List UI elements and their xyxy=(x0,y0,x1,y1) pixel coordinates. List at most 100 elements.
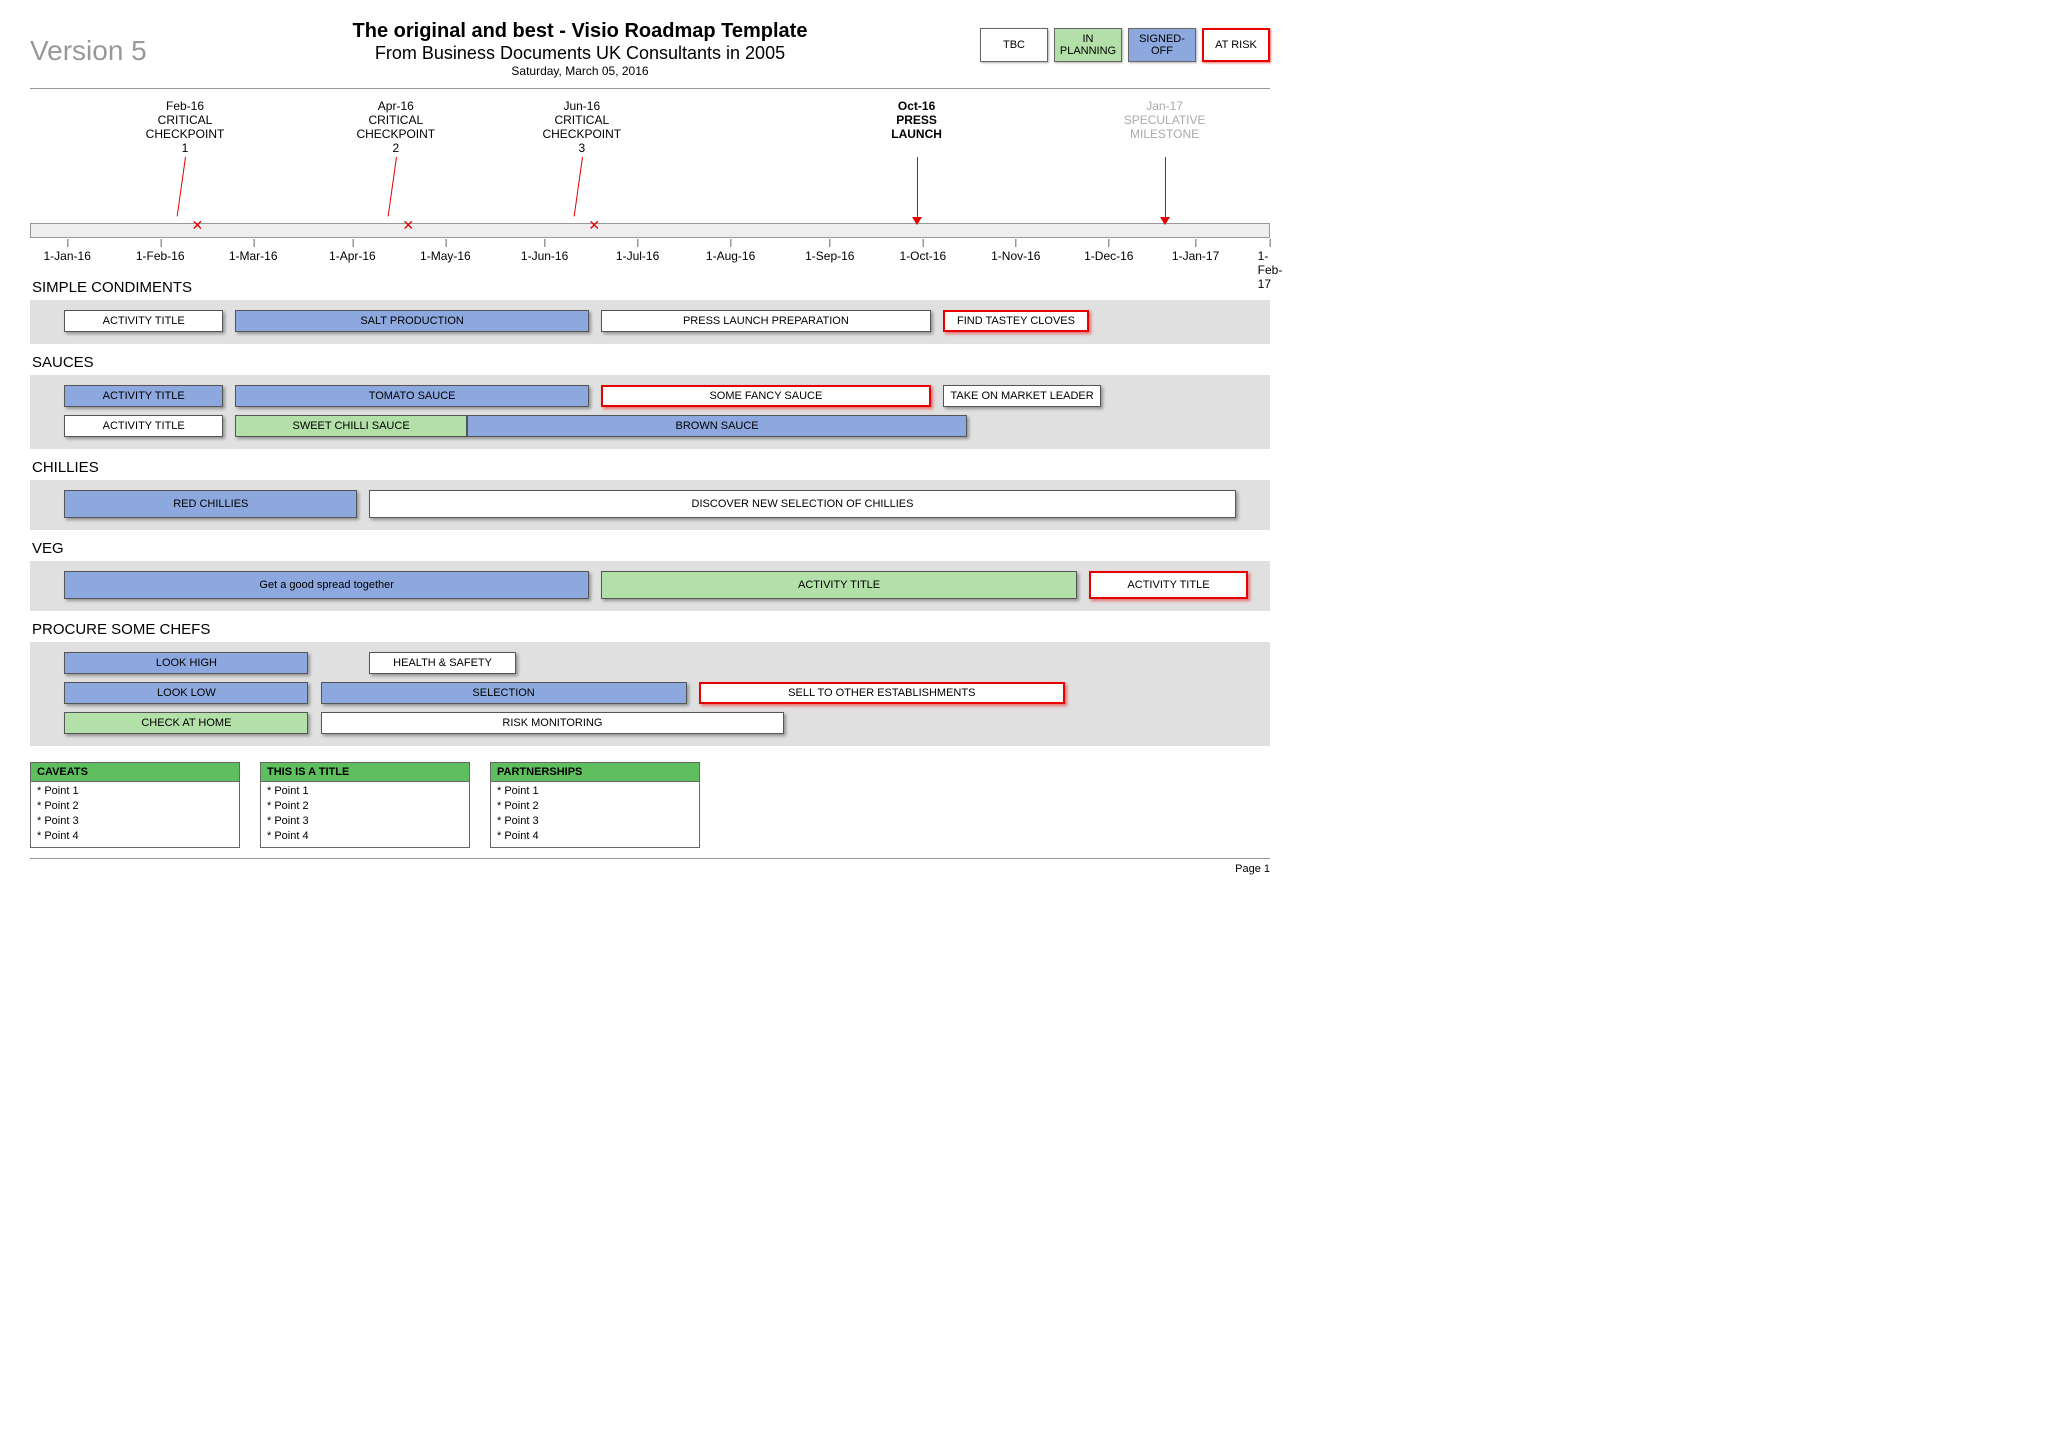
title-block: The original and best - Visio Roadmap Te… xyxy=(180,20,980,78)
activity-bar[interactable]: HEALTH & SAFETY xyxy=(369,652,515,674)
activity-bar[interactable]: TOMATO SAUCE xyxy=(235,385,589,407)
swimlanes: SIMPLE CONDIMENTS ACTIVITY TITLE SALT PROD… xyxy=(30,279,1270,746)
time-bar xyxy=(30,223,1270,238)
footer-box: CAVEATS* Point 1* Point 2* Point 3* Poin… xyxy=(30,762,240,848)
sub-title: From Business Documents UK Consultants i… xyxy=(180,43,980,64)
lane-title: PROCURE SOME CHEFS xyxy=(32,621,1270,638)
milestone: Oct-16PRESSLAUNCH xyxy=(857,99,977,141)
activity-bar[interactable]: SELECTION xyxy=(321,682,687,704)
x-marker-icon: ✕ xyxy=(588,217,600,234)
footer-point: * Point 1 xyxy=(497,784,693,799)
footer-point: * Point 4 xyxy=(497,829,693,844)
activity-bar[interactable]: LOOK HIGH xyxy=(64,652,308,674)
activity-bar[interactable]: SALT PRODUCTION xyxy=(235,310,589,332)
tick-label: 1-May-16 xyxy=(420,249,471,263)
lane-body: LOOK HIGH HEALTH & SAFETY LOOK LOW SELECTIO… xyxy=(30,642,1270,746)
activity-bar[interactable]: SELL TO OTHER ESTABLISHMENTS xyxy=(699,682,1065,704)
footer-point: * Point 3 xyxy=(37,814,233,829)
milestone: Jan-17SPECULATIVEMILESTONE xyxy=(1105,99,1225,141)
footer-box-title: THIS IS A TITLE xyxy=(261,763,469,782)
footer-point: * Point 4 xyxy=(37,829,233,844)
tick-row: 1-Jan-16 1-Feb-16 1-Mar-16 1-Apr-16 1-May-16… xyxy=(30,241,1270,271)
activity-bar[interactable]: BROWN SAUCE xyxy=(467,415,967,437)
lane-body: Get a good spread together ACTIVITY TITLE… xyxy=(30,561,1270,611)
lane-body: ACTIVITY TITLE TOMATO SAUCE SOME FANCY SAU… xyxy=(30,375,1270,449)
lane-title: SIMPLE CONDIMENTS xyxy=(32,279,1270,296)
lane-row: LOOK HIGH HEALTH & SAFETY xyxy=(40,652,1260,676)
tick-label: 1-Sep-16 xyxy=(805,249,854,263)
tick-label: 1-Aug-16 xyxy=(706,249,755,263)
tick-label: 1-Jan-17 xyxy=(1172,249,1219,263)
footer-box: PARTNERSHIPS* Point 1* Point 2* Point 3*… xyxy=(490,762,700,848)
activity-bar[interactable]: RED CHILLIES xyxy=(64,490,357,518)
footer-box: THIS IS A TITLE* Point 1* Point 2* Point… xyxy=(260,762,470,848)
x-marker-icon: ✕ xyxy=(402,217,414,234)
swimlane: VEG Get a good spread together ACTIVITY TI… xyxy=(30,540,1270,611)
tick-label: 1-Nov-16 xyxy=(991,249,1040,263)
tick-label: 1-Jun-16 xyxy=(521,249,568,263)
activity-bar[interactable]: SWEET CHILLI SAUCE xyxy=(235,415,467,437)
tick-label: 1-Jul-16 xyxy=(616,249,659,263)
timeline: 1-Jan-16 1-Feb-16 1-Mar-16 1-Apr-16 1-May-16… xyxy=(30,99,1270,269)
activity-bar[interactable]: Get a good spread together xyxy=(64,571,589,599)
footer-point: * Point 1 xyxy=(267,784,463,799)
footer-box-title: PARTNERSHIPS xyxy=(491,763,699,782)
footer-point: * Point 2 xyxy=(267,799,463,814)
footer-box-body: * Point 1* Point 2* Point 3* Point 4 xyxy=(261,782,469,847)
header: Version 5 The original and best - Visio … xyxy=(30,20,1270,89)
lane-row: RED CHILLIES DISCOVER NEW SELECTION OF CH… xyxy=(40,490,1260,520)
tick-label: 1-Apr-16 xyxy=(329,249,376,263)
activity-bar[interactable]: ACTIVITY TITLE xyxy=(64,310,223,332)
footer-point: * Point 2 xyxy=(37,799,233,814)
tick-label: 1-Mar-16 xyxy=(229,249,278,263)
lane-row: Get a good spread together ACTIVITY TITLE… xyxy=(40,571,1260,601)
arrow-marker-icon xyxy=(912,217,922,225)
lane-title: VEG xyxy=(32,540,1270,557)
tick-label: 1-Jan-16 xyxy=(44,249,91,263)
lane-title: CHILLIES xyxy=(32,459,1270,476)
tick-label: 1-Oct-16 xyxy=(899,249,946,263)
activity-bar[interactable]: TAKE ON MARKET LEADER xyxy=(943,385,1102,407)
header-date: Saturday, March 05, 2016 xyxy=(180,64,980,78)
activity-bar[interactable]: ACTIVITY TITLE xyxy=(601,571,1077,599)
arrow-marker-icon xyxy=(1160,217,1170,225)
activity-bar[interactable]: PRESS LAUNCH PREPARATION xyxy=(601,310,930,332)
activity-bar[interactable]: ACTIVITY TITLE xyxy=(64,415,223,437)
lane-row: CHECK AT HOME RISK MONITORING xyxy=(40,712,1260,736)
legend: TBC IN PLANNING SIGNED-OFF AT RISK xyxy=(980,20,1270,62)
tick-label: 1-Feb-17 xyxy=(1258,249,1283,291)
milestone: Feb-16CRITICALCHECKPOINT1 xyxy=(125,99,245,155)
activity-bar[interactable]: RISK MONITORING xyxy=(321,712,785,734)
tick-label: 1-Feb-16 xyxy=(136,249,185,263)
footer-box-title: CAVEATS xyxy=(31,763,239,782)
activity-bar[interactable]: CHECK AT HOME xyxy=(64,712,308,734)
milestone: Apr-16CRITICALCHECKPOINT2 xyxy=(336,99,456,155)
footer-point: * Point 4 xyxy=(267,829,463,844)
activity-bar[interactable]: DISCOVER NEW SELECTION OF CHILLIES xyxy=(369,490,1235,518)
lane-row: ACTIVITY TITLE SALT PRODUCTION PRESS LAUNC… xyxy=(40,310,1260,334)
activity-bar[interactable]: ACTIVITY TITLE xyxy=(1089,571,1248,599)
legend-risk: AT RISK xyxy=(1202,28,1270,62)
footer-boxes: CAVEATS* Point 1* Point 2* Point 3* Poin… xyxy=(30,762,1270,848)
version-label: Version 5 xyxy=(30,20,180,67)
footer-box-body: * Point 1* Point 2* Point 3* Point 4 xyxy=(491,782,699,847)
page-number: Page 1 xyxy=(30,858,1270,875)
tick-label: 1-Dec-16 xyxy=(1084,249,1133,263)
footer-point: * Point 2 xyxy=(497,799,693,814)
legend-planning: IN PLANNING xyxy=(1054,28,1122,62)
activity-bar[interactable]: SOME FANCY SAUCE xyxy=(601,385,930,407)
lane-row: LOOK LOW SELECTION SELL TO OTHER ESTABLISH… xyxy=(40,682,1260,706)
activity-bar[interactable]: ACTIVITY TITLE xyxy=(64,385,223,407)
footer-box-body: * Point 1* Point 2* Point 3* Point 4 xyxy=(31,782,239,847)
legend-tbc: TBC xyxy=(980,28,1048,62)
activity-bar[interactable]: FIND TASTEY CLOVES xyxy=(943,310,1089,332)
activity-bar[interactable]: LOOK LOW xyxy=(64,682,308,704)
footer-point: * Point 3 xyxy=(267,814,463,829)
swimlane: PROCURE SOME CHEFS LOOK HIGH HEALTH & SAFE… xyxy=(30,621,1270,746)
lane-row: ACTIVITY TITLE TOMATO SAUCE SOME FANCY SAU… xyxy=(40,385,1260,409)
lane-body: ACTIVITY TITLE SALT PRODUCTION PRESS LAUNC… xyxy=(30,300,1270,344)
lane-row: ACTIVITY TITLE SWEET CHILLI SAUCEBROWN SA… xyxy=(40,415,1260,439)
footer-point: * Point 3 xyxy=(497,814,693,829)
footer-point: * Point 1 xyxy=(37,784,233,799)
milestone: Jun-16CRITICALCHECKPOINT3 xyxy=(522,99,642,155)
